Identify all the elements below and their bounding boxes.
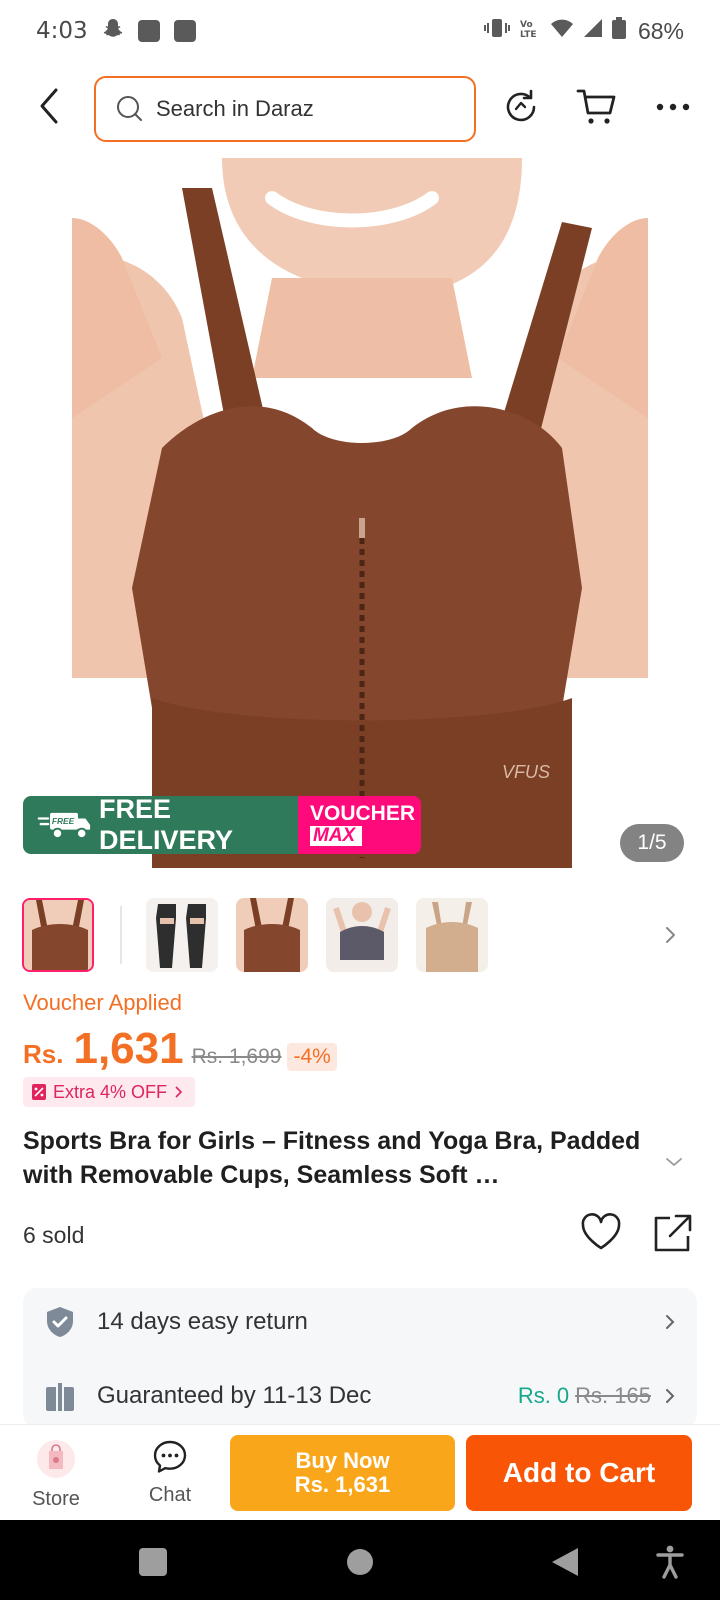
chevron-right-icon <box>666 927 675 943</box>
recents-icon <box>139 1548 167 1576</box>
wifi-icon <box>550 17 574 46</box>
extra-off-label: Extra 4% OFF <box>53 1081 168 1102</box>
chevron-right-icon <box>666 1315 675 1329</box>
accessibility-icon <box>656 1545 684 1579</box>
buy-now-price: Rs. 1,631 <box>294 1472 391 1497</box>
volte-icon: Vo LTE <box>518 17 542 46</box>
thumbnail-4[interactable] <box>326 898 398 972</box>
product-title: Sports Bra for Girls – Fitness and Yoga … <box>23 1127 641 1189</box>
price-currency: Rs. <box>23 1039 64 1069</box>
back-arrow-icon <box>40 88 58 124</box>
thumbnail-3[interactable] <box>236 898 308 972</box>
chat-icon <box>153 1440 187 1473</box>
home-icon <box>347 1549 373 1575</box>
thumbnail-divider <box>120 906 122 964</box>
original-price: Rs. 1,699 <box>191 1045 282 1068</box>
price-row: Rs. 1,631 Rs. 1,699 -4% <box>23 1024 337 1074</box>
back-nav-button[interactable] <box>545 1542 585 1582</box>
shipping-fee-current: Rs. 0 <box>517 1383 570 1408</box>
search-input[interactable] <box>156 96 456 122</box>
more-button[interactable] <box>650 84 696 130</box>
title-expand-button[interactable] <box>662 1150 686 1174</box>
service-info-card: 14 days easy return Guaranteed by 11-13 … <box>23 1288 697 1428</box>
home-button[interactable] <box>340 1542 380 1582</box>
max-label: MAX <box>310 826 362 846</box>
chevron-right-icon <box>666 1389 675 1403</box>
accessibility-button[interactable] <box>650 1542 690 1582</box>
top-header <box>0 72 720 142</box>
store-button[interactable]: Store <box>16 1439 96 1511</box>
svg-text:VFUS: VFUS <box>502 762 550 782</box>
share-button[interactable] <box>652 1212 694 1252</box>
thumbnail-5[interactable] <box>416 898 488 972</box>
store-logo-icon <box>37 1440 75 1478</box>
chevron-down-icon <box>666 1158 682 1167</box>
svg-text:Vo: Vo <box>520 20 533 30</box>
easy-return-row[interactable]: 14 days easy return <box>23 1294 697 1350</box>
status-time: 4:03 <box>36 18 88 44</box>
voucher-label: VOUCHER <box>310 802 416 825</box>
cart-icon <box>576 89 616 124</box>
status-bar: 4:03 Vo LTE 68% <box>0 0 720 62</box>
easy-return-text: 14 days easy return <box>97 1308 308 1335</box>
shipping-fee: Rs. 0 Rs. 165 <box>518 1383 651 1409</box>
product-image: VFUS <box>72 158 648 876</box>
delivery-guarantee-text: Guaranteed by 11-13 Dec <box>97 1382 372 1409</box>
voucher-applied-label: Voucher Applied <box>23 990 183 1015</box>
notification-icon <box>137 20 160 42</box>
system-navigation-bar <box>0 1520 720 1600</box>
battery-percent: 68% <box>637 17 684 44</box>
share-icon <box>654 1214 692 1252</box>
current-price: 1,631 <box>73 1024 184 1073</box>
thumbnail-1[interactable] <box>22 898 94 972</box>
delivery-truck-icon: FREE <box>37 812 91 839</box>
notification-icon <box>173 20 196 42</box>
voucher-icon <box>32 1084 46 1100</box>
shipping-fee-original: Rs. 165 <box>575 1383 651 1408</box>
signal-icon <box>582 17 604 46</box>
delivery-guarantee-row[interactable]: Guaranteed by 11-13 Dec Rs. 0 Rs. 165 <box>23 1368 697 1424</box>
free-delivery-label: FREE DELIVERY <box>99 796 234 854</box>
refresh-icon <box>506 89 536 122</box>
add-to-cart-button[interactable]: Add to Cart <box>466 1435 692 1511</box>
recents-button[interactable] <box>133 1542 173 1582</box>
extra-off-tag[interactable]: Extra 4% OFF <box>23 1077 196 1107</box>
battery-icon <box>611 16 626 46</box>
heart-icon <box>581 1213 621 1250</box>
sold-count: 6 sold <box>23 1222 85 1248</box>
voucher-max-badge: VOUCHER MAX <box>298 796 421 854</box>
chat-button[interactable]: Chat <box>130 1439 210 1511</box>
shield-check-icon <box>47 1307 73 1337</box>
buy-now-label: Buy Now <box>295 1448 390 1473</box>
vibrate-icon <box>483 17 510 46</box>
image-pager: 1/5 <box>620 824 684 862</box>
chat-label: Chat <box>148 1484 192 1506</box>
package-icon <box>46 1381 74 1411</box>
add-to-cart-label: Add to Cart <box>502 1457 656 1488</box>
thumbnail-2[interactable] <box>146 898 218 972</box>
thumbnails-next-button[interactable] <box>658 920 682 950</box>
bottom-action-bar: Store Chat Buy Now Rs. 1,631 Add to Cart <box>0 1424 720 1520</box>
wishlist-button[interactable] <box>580 1212 622 1252</box>
thumbnail-strip <box>0 898 720 974</box>
svg-text:FREE: FREE <box>52 816 75 826</box>
product-image-gallery[interactable]: VFUS FREE FREE DELIVERY VOUCHER MAX 1/5 <box>0 158 720 876</box>
discount-badge: -4% <box>287 1043 337 1071</box>
promo-banner: FREE FREE DELIVERY VOUCHER MAX <box>23 796 421 854</box>
refresh-button[interactable] <box>498 84 544 130</box>
cart-button[interactable] <box>574 84 620 130</box>
chevron-right-icon <box>175 1086 183 1098</box>
svg-text:LTE: LTE <box>520 30 537 39</box>
store-label: Store <box>32 1488 80 1510</box>
free-delivery-badge: FREE FREE DELIVERY <box>23 796 298 854</box>
search-bar[interactable] <box>94 76 476 142</box>
snapchat-icon <box>102 17 124 46</box>
buy-now-button[interactable]: Buy Now Rs. 1,631 <box>230 1435 455 1511</box>
back-button[interactable] <box>30 86 70 126</box>
more-icon <box>656 103 690 111</box>
back-triangle-icon <box>552 1548 578 1576</box>
search-icon <box>117 96 142 121</box>
